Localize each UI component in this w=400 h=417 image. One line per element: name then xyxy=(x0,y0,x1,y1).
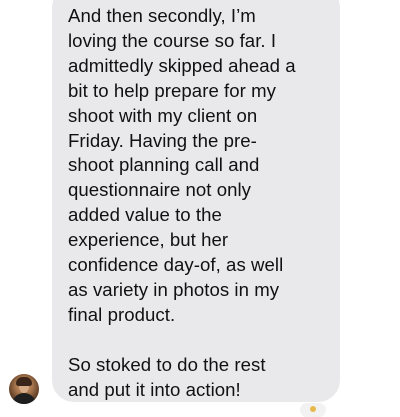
chat-thread: And then secondly, I’m loving the course… xyxy=(0,0,400,417)
avatar-hair xyxy=(16,377,32,386)
message-bubble[interactable]: And then secondly, I’m loving the course… xyxy=(52,0,340,402)
sender-avatar[interactable] xyxy=(9,374,39,404)
avatar-shoulders xyxy=(12,393,36,404)
reaction-emoji-icon xyxy=(310,406,316,412)
reaction-badge[interactable] xyxy=(300,403,326,417)
message-text: And then secondly, I’m loving the course… xyxy=(68,5,296,400)
